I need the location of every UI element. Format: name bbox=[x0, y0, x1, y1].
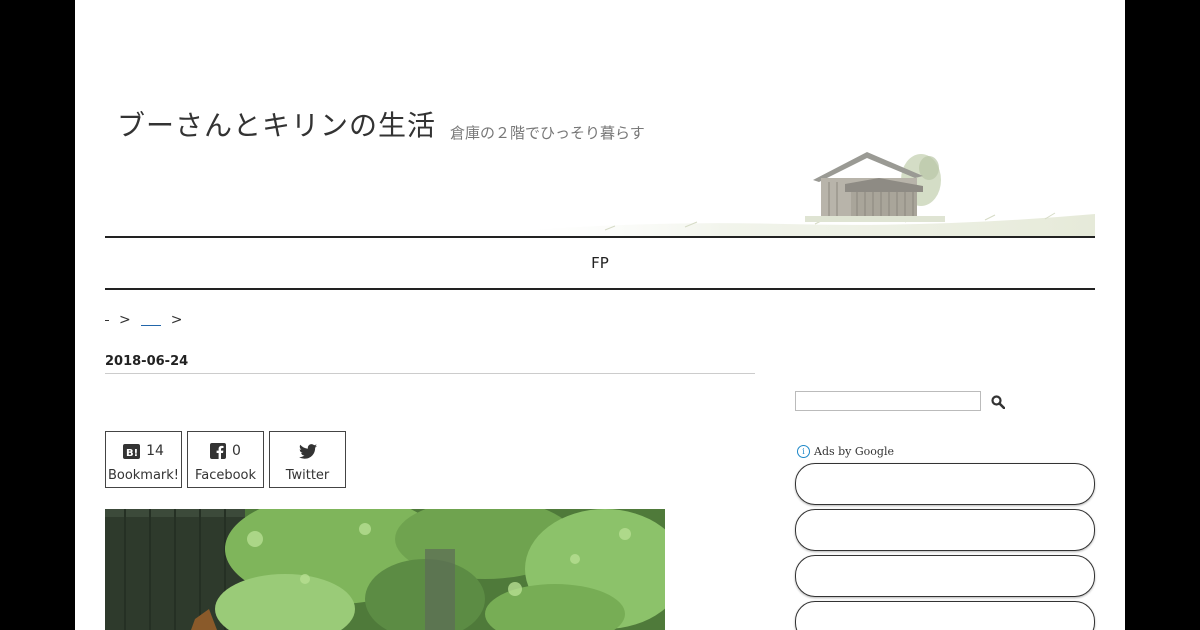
hatena-bookmark-label: Bookmark! bbox=[107, 468, 180, 483]
facebook-share-label: Facebook bbox=[194, 468, 257, 483]
article-photo bbox=[105, 509, 665, 630]
ad-link-button[interactable] bbox=[795, 601, 1095, 630]
ad-link-button[interactable] bbox=[795, 509, 1095, 551]
facebook-share-button[interactable]: 0 Facebook bbox=[187, 431, 264, 488]
sidebar: i Ads by Google bbox=[795, 0, 1095, 630]
site-description: 倉庫の２階でひっそり暮らす bbox=[450, 124, 645, 142]
breadcrumb-separator: > bbox=[119, 312, 131, 328]
article-date: 2018-06-24 bbox=[105, 354, 755, 374]
facebook-icon bbox=[210, 443, 227, 459]
search-icon bbox=[991, 394, 1006, 409]
hatena-bookmark-icon: B! bbox=[123, 443, 141, 459]
twitter-share-label: Twitter bbox=[285, 468, 330, 483]
ad-link-button[interactable] bbox=[795, 555, 1095, 597]
ads-by-google-label[interactable]: i Ads by Google bbox=[797, 445, 894, 458]
info-icon[interactable]: i bbox=[797, 445, 810, 458]
site-title[interactable]: ブーさんとキリンの生活 bbox=[117, 104, 436, 144]
page: ブーさんとキリンの生活 倉庫の２階でひっそり暮らす FP > > 2018-06… bbox=[75, 0, 1125, 630]
breadcrumb-category-link[interactable] bbox=[140, 315, 161, 326]
search-button[interactable] bbox=[989, 394, 1007, 412]
twitter-share-button[interactable]: Twitter bbox=[269, 431, 346, 488]
facebook-share-count: 0 bbox=[232, 443, 241, 459]
ads-by-google-text: Ads by Google bbox=[814, 445, 894, 458]
search-input[interactable] bbox=[795, 391, 981, 411]
hatena-bookmark-button[interactable]: B! 14 Bookmark! bbox=[105, 431, 182, 488]
twitter-icon bbox=[298, 443, 317, 459]
breadcrumb-separator: > bbox=[170, 312, 183, 328]
svg-text:B!: B! bbox=[126, 448, 138, 459]
hatena-bookmark-count: 14 bbox=[146, 443, 164, 459]
ad-link-button[interactable] bbox=[795, 463, 1095, 505]
breadcrumb-home-link[interactable] bbox=[105, 319, 109, 321]
breadcrumb: > > bbox=[105, 312, 192, 328]
